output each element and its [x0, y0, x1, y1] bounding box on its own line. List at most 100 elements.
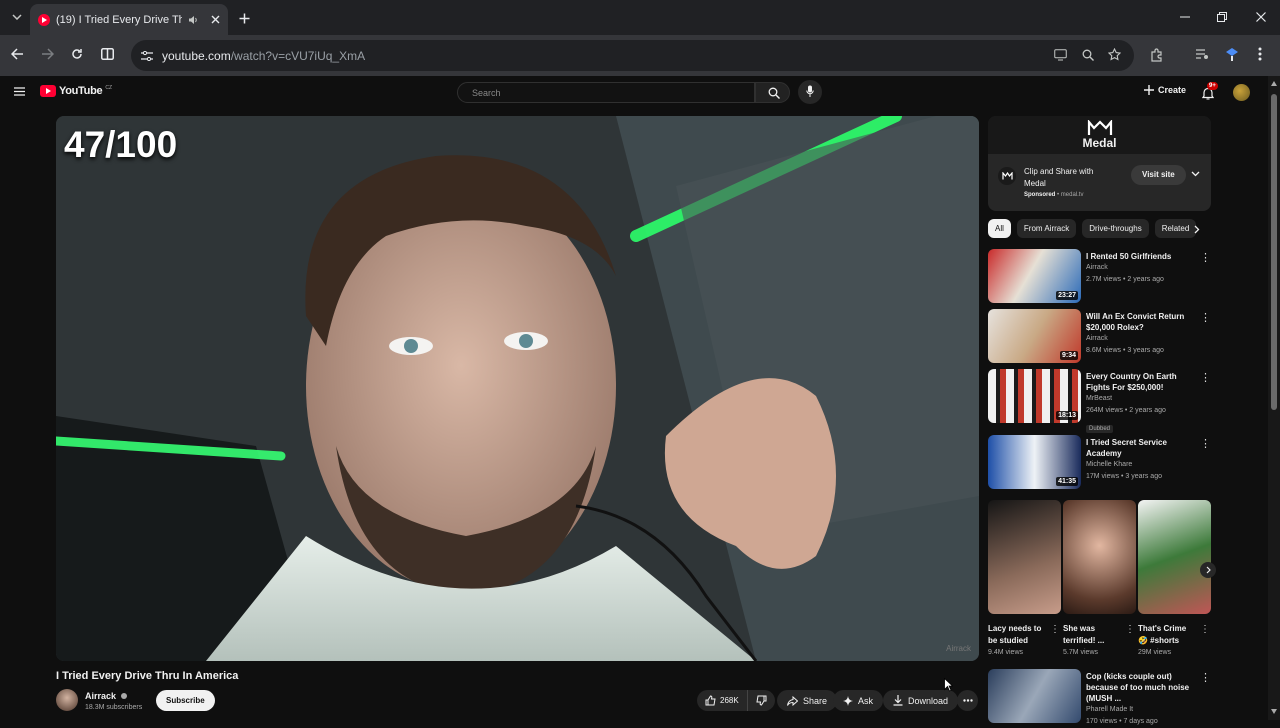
- dislike-button[interactable]: [748, 690, 775, 711]
- recommendation-thumbnail: 18:13: [988, 369, 1081, 423]
- filter-chip-related[interactable]: Related: [1154, 219, 1197, 238]
- channel-name[interactable]: Airrack: [85, 691, 127, 701]
- more-vertical-icon[interactable]: ⋮: [1200, 251, 1211, 264]
- tab-list-icon[interactable]: [10, 10, 24, 24]
- more-vertical-icon[interactable]: ⋮: [1200, 371, 1211, 384]
- short-item[interactable]: She was terrified! ... 5.7M views ⋮: [1063, 500, 1136, 656]
- avatar[interactable]: [1233, 84, 1250, 101]
- tab-title: (19) I Tried Every Drive Thru In America: [56, 13, 182, 26]
- filter-chip-all[interactable]: All: [988, 219, 1011, 238]
- reload-icon[interactable]: [71, 48, 83, 60]
- share-icon: [787, 695, 798, 706]
- shorts-shelf: Lacy needs to be studied 9.4M views ⋮ Sh…: [988, 500, 1216, 660]
- medal-logo-icon: [1087, 120, 1112, 135]
- chips-next-icon[interactable]: [1194, 225, 1200, 234]
- close-window-icon[interactable]: [1255, 11, 1267, 23]
- more-vertical-icon[interactable]: ⋮: [1200, 311, 1211, 324]
- recommendation-item[interactable]: 23:27 I Rented 50 Girlfriends Airrack 2.7M…: [988, 249, 1211, 305]
- youtube-logo-icon: [40, 85, 56, 97]
- youtube-logo[interactable]: YouTube CZ: [40, 85, 112, 97]
- short-title: She was terrified! ...: [1063, 624, 1105, 645]
- browser-tab-bar: (19) I Tried Every Drive Thru In America: [0, 0, 1280, 35]
- address-bar[interactable]: youtube.com/watch?v=cVU7iUq_XmA: [131, 40, 1134, 71]
- voice-search-button[interactable]: [798, 80, 822, 104]
- back-icon[interactable]: [11, 48, 24, 60]
- channel-name-text: Airrack: [85, 691, 117, 701]
- ad-banner-title: Medal: [1082, 136, 1117, 150]
- subscribe-button[interactable]: Subscribe: [156, 690, 215, 711]
- short-thumbnail: [1138, 500, 1211, 614]
- duration-badge: 9:34: [1059, 351, 1078, 360]
- video-player[interactable]: 47/100 Airrack: [56, 116, 979, 661]
- close-tab-icon[interactable]: [211, 15, 220, 24]
- split-view-icon[interactable]: [101, 48, 114, 60]
- hamburger-menu-icon[interactable]: [14, 87, 25, 96]
- create-label: Create: [1158, 85, 1187, 95]
- more-vertical-icon[interactable]: ⋮: [1200, 624, 1210, 635]
- short-thumbnail: [1063, 500, 1136, 614]
- youtube-favicon-icon: [38, 13, 50, 26]
- notifications-button[interactable]: 9+: [1200, 82, 1218, 102]
- like-button[interactable]: 268K: [697, 690, 748, 711]
- bookmark-star-icon[interactable]: [1108, 48, 1121, 61]
- scroll-up-icon[interactable]: [1271, 81, 1277, 86]
- youtube-page: YouTube CZ Search Create 9+ 47/100 Airra…: [0, 76, 1268, 725]
- speaker-icon[interactable]: [188, 15, 199, 25]
- recommendation-thumbnail: [988, 669, 1081, 723]
- download-label: Download: [908, 695, 949, 706]
- install-app-icon[interactable]: [1054, 49, 1067, 61]
- thumbs-up-icon: [705, 695, 716, 706]
- minimize-icon[interactable]: [1179, 10, 1191, 24]
- recommendation-item[interactable]: 9:34 Will An Ex Convict Return $20,000 R…: [988, 309, 1211, 365]
- short-item[interactable]: That's Crime 🤣 #shorts 29M views ⋮: [1138, 500, 1211, 656]
- scrollbar-thumb[interactable]: [1271, 94, 1277, 410]
- channel-avatar[interactable]: [56, 689, 78, 711]
- filter-chip-from-airrack[interactable]: From Airrack: [1016, 219, 1077, 238]
- active-tab[interactable]: (19) I Tried Every Drive Thru In America: [30, 4, 228, 35]
- site-info-icon[interactable]: [141, 50, 153, 61]
- more-vertical-icon[interactable]: ⋮: [1200, 437, 1211, 450]
- more-vertical-icon[interactable]: ⋮: [1200, 671, 1211, 684]
- visit-site-button[interactable]: Visit site: [1131, 165, 1186, 185]
- filter-chip-drive-throughs[interactable]: Drive-throughs: [1082, 219, 1149, 238]
- country-code: CZ: [105, 85, 112, 91]
- recommendation-item[interactable]: 41:35 I Tried Secret Service Academy Mich…: [988, 435, 1211, 491]
- shorts-next-button[interactable]: [1200, 562, 1216, 578]
- sponsored-ad[interactable]: Medal Clip and Share with Medal Sponsore…: [988, 116, 1211, 211]
- recommendation-title: Will An Ex Convict Return $20,000 Rolex?: [1086, 312, 1185, 332]
- ask-button[interactable]: Ask: [833, 690, 884, 711]
- extensions-icon[interactable]: [1150, 48, 1164, 62]
- notification-badge: 9+: [1207, 82, 1218, 90]
- more-horizontal-icon: [962, 699, 973, 702]
- filter-chips: All From Airrack Drive-throughs Related: [988, 219, 1197, 238]
- medal-small-icon: [1001, 172, 1013, 180]
- share-button[interactable]: Share: [777, 690, 838, 711]
- download-button[interactable]: Download: [883, 690, 959, 711]
- browser-menu-icon[interactable]: [1258, 47, 1262, 61]
- page-scrollbar[interactable]: [1268, 76, 1280, 720]
- new-tab-icon[interactable]: [236, 10, 252, 26]
- ad-expand-chevron-icon[interactable]: [1191, 171, 1200, 177]
- short-item[interactable]: Lacy needs to be studied 9.4M views ⋮: [988, 500, 1061, 656]
- right-sidebar: Medal Clip and Share with Medal Sponsore…: [988, 116, 1216, 725]
- share-label: Share: [803, 695, 828, 706]
- forward-icon[interactable]: [41, 48, 54, 60]
- media-controls-icon[interactable]: [1195, 48, 1209, 60]
- recommendation-item[interactable]: Cop (kicks couple out) because of too mu…: [988, 669, 1211, 725]
- zoom-icon[interactable]: [1082, 49, 1094, 61]
- recommendation-item[interactable]: 18:13 Every Country On Earth Fights For …: [988, 369, 1211, 433]
- mouse-cursor: [944, 678, 953, 692]
- search-button[interactable]: [755, 82, 790, 103]
- more-vertical-icon[interactable]: ⋮: [1050, 624, 1060, 635]
- short-title: Lacy needs to be studied: [988, 624, 1042, 645]
- restore-icon[interactable]: [1216, 11, 1228, 23]
- short-views: 9.4M views: [988, 649, 1024, 656]
- profile-extension-icon[interactable]: [1224, 46, 1240, 62]
- more-actions-button[interactable]: [957, 690, 978, 711]
- scroll-down-icon[interactable]: [1271, 709, 1277, 714]
- duration-badge: 41:35: [1056, 477, 1078, 486]
- plus-icon: [1144, 85, 1154, 95]
- search-input[interactable]: Search: [457, 82, 755, 103]
- create-button[interactable]: Create: [1144, 85, 1186, 95]
- more-vertical-icon[interactable]: ⋮: [1125, 624, 1135, 635]
